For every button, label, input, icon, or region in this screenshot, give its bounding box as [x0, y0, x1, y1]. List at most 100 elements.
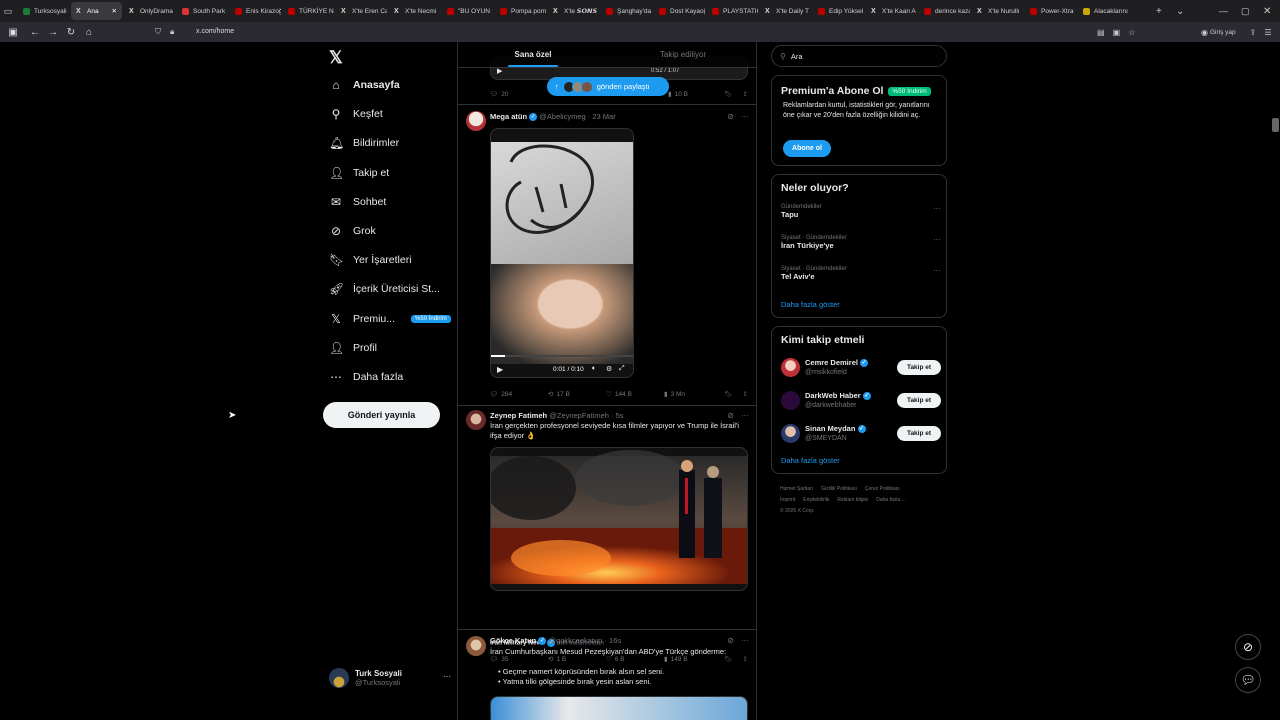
reader-icon[interactable]: ▤ [1097, 28, 1105, 37]
home-icon[interactable]: ⌂ [80, 27, 98, 38]
follow-suggestion[interactable]: Sinan Meydan ✓ @SMEYDAN Takip et [781, 422, 941, 450]
footer-link[interactable]: Reklam bilgisi [837, 497, 868, 503]
screenshot-icon[interactable]: ▣ [1113, 28, 1121, 37]
trend-item[interactable]: Siyaset · Gündemdekiler Tel Aviv'e ··· [781, 266, 941, 281]
browser-tab[interactable]: X X'te Eren Ca [336, 2, 387, 20]
sidebar-item-profile[interactable]: 👤︎ Profil [329, 338, 377, 358]
x-logo-icon[interactable]: 𝕏 [329, 48, 343, 68]
account-switcher[interactable]: Turk Sosyali @Turksosyali ··· [329, 666, 451, 690]
repost-button[interactable]: ⟲ 17 B [548, 390, 606, 399]
subscribe-button[interactable]: Abone ol [783, 140, 831, 157]
footer-link[interactable]: Gizlilik Politikası [821, 486, 857, 492]
author-name[interactable]: Zeynep Fatimeh [490, 411, 547, 420]
post-time[interactable]: 5s [616, 411, 624, 420]
forward-icon[interactable]: → [44, 27, 62, 38]
play-icon[interactable]: ▶ [497, 67, 502, 75]
bookmark-star-icon[interactable]: ☆ [1128, 28, 1135, 37]
more-icon[interactable]: ··· [933, 204, 941, 213]
author-handle[interactable]: @Abelicymeg [539, 112, 585, 121]
footer-link[interactable]: Hizmet Şartları [780, 486, 813, 492]
account-icon[interactable]: ◉ [1201, 28, 1208, 37]
avatar[interactable] [781, 424, 800, 443]
browser-tab[interactable]: Power-Xtra [1025, 2, 1076, 20]
more-icon[interactable]: ··· [741, 112, 749, 121]
close-tab-icon[interactable]: ✕ [112, 7, 117, 15]
browser-tab[interactable]: X X'te Daily T [760, 2, 811, 20]
sidebar-item-explore[interactable]: ⚲ Keşfet [329, 104, 383, 124]
browser-tab[interactable]: X Ana ✕ [71, 2, 122, 20]
footer-link[interactable]: Çerez Politikası [865, 486, 900, 492]
more-icon[interactable]: ··· [443, 672, 451, 681]
browser-tab[interactable]: TÜRKİYE NA [283, 2, 334, 20]
browser-tab[interactable]: Şanghay'da [601, 2, 652, 20]
suggestion-name[interactable]: DarkWeb Haber [805, 391, 861, 400]
author-name[interactable]: Mega atün [490, 112, 527, 121]
avatar[interactable] [466, 636, 486, 656]
signin-label[interactable]: Giriş yap [1210, 29, 1236, 36]
settings-icon[interactable]: ⚙ [606, 365, 612, 373]
tab-list-icon[interactable]: ▭ [0, 6, 16, 17]
post-time[interactable]: 16s [609, 636, 621, 645]
sidebar-item-notifications[interactable]: 🔔︎ Bildirimler [329, 133, 399, 153]
reply-button[interactable]: 💬︎ 284 [490, 390, 548, 399]
sidebar-item-chat[interactable]: ✉ Sohbet [329, 192, 386, 212]
shield-icon[interactable]: ⛉ [155, 27, 161, 37]
browser-tab[interactable]: Alacaklarını [1078, 2, 1129, 20]
sidebar-item-grok[interactable]: ⊘ Grok [329, 221, 376, 241]
trend-item[interactable]: Gündemdekiler Tapu ··· [781, 204, 941, 219]
tab-following[interactable]: Takip ediliyor [608, 42, 756, 67]
more-icon[interactable]: ··· [933, 235, 941, 244]
grok-icon[interactable]: ⊘ [727, 636, 734, 645]
bookmark-icon[interactable]: 🔖︎ [724, 90, 732, 98]
browser-tab[interactable]: "BU OYUN [442, 2, 493, 20]
tab-overflow-icon[interactable]: ⌄ [1176, 0, 1184, 22]
menu-icon[interactable]: ☰ [1264, 28, 1271, 37]
suggestion-name[interactable]: Sinan Meydan [805, 424, 855, 433]
minimize-button[interactable]: — [1219, 0, 1228, 22]
search-input[interactable]: ⚲ Ara [771, 45, 947, 67]
sidebar-item-home[interactable]: ⌂ Anasayfa [329, 75, 399, 95]
reload-icon[interactable]: ↻ [62, 27, 80, 38]
avatar[interactable] [466, 410, 486, 430]
author-handle[interactable]: @ZeynepFatimeh [549, 411, 609, 420]
volume-icon[interactable]: 🔈︎ [592, 365, 596, 373]
follow-button[interactable]: Takip et [897, 360, 941, 375]
follow-button[interactable]: Takip et [897, 426, 941, 441]
sidebar-item-creator-studio[interactable]: 🚀︎ İçerik Üreticisi St... [329, 279, 440, 299]
page-scrollbar[interactable] [1271, 42, 1280, 720]
more-icon[interactable]: ··· [933, 266, 941, 275]
post[interactable]: Gökçe Katun ✓ @gokkceekatun · 16s ⊘ ··· … [458, 630, 756, 720]
more-icon[interactable]: ··· [741, 636, 749, 645]
more-icon[interactable]: ··· [741, 411, 749, 420]
fullscreen-icon[interactable]: ⤢ [619, 365, 625, 373]
sidebar-item-more[interactable]: ⋯ Daha fazla [329, 367, 403, 387]
browser-tab[interactable]: Enis Kirazoğ [230, 2, 281, 20]
video-player[interactable]: ▶ 0:01 / 0:10 🔈︎ ⚙ ⤢ [490, 128, 634, 378]
browser-tab[interactable]: Dost Kayaoğ [654, 2, 705, 20]
extensions-icon[interactable]: ⇪ [1250, 28, 1257, 37]
post-time[interactable]: 23 Mar [592, 112, 615, 121]
views-button[interactable]: ▮ 3 Mn [664, 390, 714, 399]
grok-icon[interactable]: ⊘ [727, 112, 734, 121]
tab-for-you[interactable]: Sana özel [458, 42, 608, 67]
avatar[interactable] [466, 111, 486, 131]
browser-tab[interactable]: Pompa porn [495, 2, 546, 20]
browser-tab[interactable]: X X'te Necmi [389, 2, 440, 20]
browser-tab[interactable]: X X'te Nurullı [972, 2, 1023, 20]
avatar[interactable] [781, 358, 800, 377]
post[interactable]: Mega atün ✓ @Abelicymeg · 23 Mar ⊘ ··· ▶… [458, 105, 756, 406]
browser-tab[interactable]: derince kaza [919, 2, 970, 20]
post-image[interactable] [490, 447, 748, 591]
close-window-button[interactable]: ✕ [1263, 0, 1271, 22]
play-icon[interactable]: ▶ [497, 365, 503, 374]
url-bar[interactable]: x.com/home [196, 28, 234, 35]
grok-icon[interactable]: ⊘ [727, 411, 734, 420]
post-button[interactable]: Gönderi yayınla [323, 402, 440, 428]
who-show-more[interactable]: Daha fazla göster [781, 456, 840, 465]
sidebar-item-premium[interactable]: 𝕏 Premiu... %50 İndirim [329, 309, 451, 329]
follow-button[interactable]: Takip et [897, 393, 941, 408]
messages-float-button[interactable]: 💬︎ [1235, 667, 1261, 693]
new-posts-pill[interactable]: ↑ gönderi paylaştı [547, 77, 669, 96]
like-button[interactable]: ♡ 144 B [606, 390, 664, 399]
post-image[interactable] [490, 696, 748, 720]
